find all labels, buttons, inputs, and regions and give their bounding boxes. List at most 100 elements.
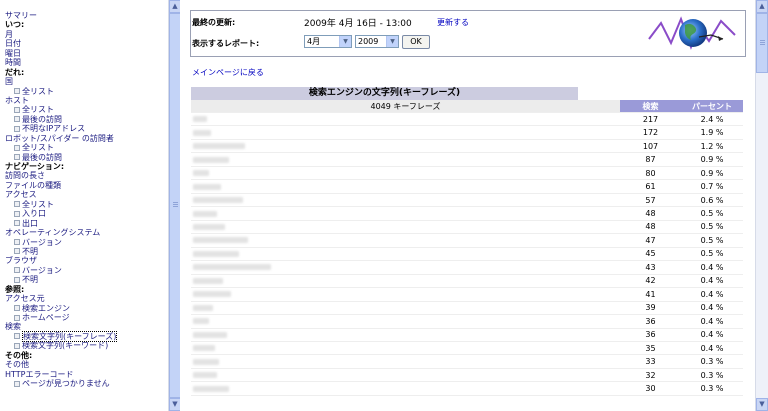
- sidebar-item-label: ページが見つかりません: [22, 379, 110, 389]
- sidebar-item-4[interactable]: 曜日: [5, 49, 165, 58]
- keyphrase-cell: [191, 139, 620, 154]
- sidebar-item-31[interactable]: 検索エンジン: [5, 304, 165, 313]
- back-to-main-link[interactable]: メインページに戻る: [192, 67, 264, 78]
- hits-cell: 42: [620, 274, 681, 289]
- percent-cell: 0.9 %: [681, 166, 743, 181]
- sidebar-item-11[interactable]: 最後の訪問: [5, 115, 165, 124]
- percent-cell: 0.5 %: [681, 247, 743, 262]
- table-row: 41 0.4 %: [191, 287, 743, 302]
- sidebar-item-21[interactable]: 入り口: [5, 209, 165, 218]
- sidebar-item-18[interactable]: ファイルの種類: [5, 181, 165, 190]
- sidebar-item-7[interactable]: 国: [5, 77, 165, 86]
- sidebar-item-34[interactable]: 検索文字列(キーフレーズ): [5, 330, 165, 342]
- year-select[interactable]: 2009 ▼: [355, 35, 399, 48]
- sidebar-item-38[interactable]: HTTPエラーコード: [5, 370, 165, 379]
- redacted-keyphrase: [193, 156, 229, 163]
- sidebar-item-10[interactable]: 全リスト: [5, 105, 165, 114]
- percent-cell: 0.3 %: [681, 381, 743, 396]
- sidebar-item-30[interactable]: アクセス元: [5, 294, 165, 303]
- redacted-keyphrase: [193, 183, 221, 190]
- sidebar-item-label: 時間: [5, 58, 21, 68]
- sidebar-item-14[interactable]: 全リスト: [5, 143, 165, 152]
- sidebar-item-15[interactable]: 最後の訪問: [5, 153, 165, 162]
- keyphrase-cell: [191, 152, 620, 167]
- scroll-down-arrow-icon[interactable]: ▼: [756, 398, 768, 411]
- sidebar-item-13[interactable]: ロボット/スパイダー の訪問者: [5, 134, 165, 143]
- sidebar-item-39[interactable]: ページが見つかりません: [5, 379, 165, 388]
- chevron-down-icon[interactable]: ▼: [339, 36, 351, 47]
- sidebar-item-label: 最後の訪問: [22, 114, 62, 124]
- sidebar-item-23[interactable]: オペレーティングシステム: [5, 228, 165, 237]
- keyphrase-cell: [191, 301, 620, 316]
- sidebar-item-label: その他: [5, 360, 29, 370]
- table-row: 172 1.9 %: [191, 125, 743, 140]
- sidebar-item-22[interactable]: 出口: [5, 219, 165, 228]
- hits-cell: 57: [620, 193, 681, 208]
- sidebar-item-35[interactable]: 検索文字列(キーワード): [5, 341, 165, 350]
- percent-column-header: パーセント: [681, 100, 743, 113]
- sidebar-item-19[interactable]: アクセス: [5, 190, 165, 199]
- percent-cell: 0.3 %: [681, 354, 743, 369]
- hits-cell: 36: [620, 328, 681, 342]
- sidebar-item-label: 全リスト: [22, 105, 54, 115]
- keyphrase-cell: [191, 287, 620, 302]
- navigation-frame: サマリー いつ: 月日付 曜日 時間 だれ: 国全リスト ホスト 全リスト 最後の訪問 不明なIPア…: [0, 0, 168, 411]
- main-frame-scrollbar[interactable]: ▲ ▼: [755, 0, 768, 411]
- scroll-up-arrow-icon[interactable]: ▲: [756, 0, 768, 13]
- table-row: 30 0.3 %: [191, 381, 743, 396]
- sidebar-item-2[interactable]: 月: [5, 30, 165, 39]
- redacted-keyphrase: [193, 116, 207, 123]
- scrollbar-thumb[interactable]: [756, 13, 768, 73]
- hits-cell: 217: [620, 112, 681, 127]
- hits-cell: 45: [620, 247, 681, 262]
- table-row: 80 0.9 %: [191, 166, 743, 181]
- document-icon: [14, 239, 20, 245]
- sidebar-item-32[interactable]: ホームページ: [5, 313, 165, 322]
- sidebar-item-label: ブラウザ: [5, 256, 37, 266]
- sidebar-item-28[interactable]: 不明: [5, 275, 165, 284]
- sidebar-item-20[interactable]: 全リスト: [5, 200, 165, 209]
- redacted-keyphrase: [193, 170, 209, 177]
- sidebar-item-29: 参照:: [5, 285, 165, 294]
- sidebar-item-5[interactable]: 時間: [5, 58, 165, 67]
- sidebar-item-label: 全リスト: [22, 86, 54, 96]
- month-select[interactable]: 4月 ▼: [304, 35, 352, 48]
- percent-cell: 0.4 %: [681, 328, 743, 342]
- sidebar-item-25[interactable]: 不明: [5, 247, 165, 256]
- redacted-keyphrase: [193, 223, 225, 230]
- ok-button[interactable]: OK: [402, 35, 430, 49]
- sidebar-item-0[interactable]: サマリー: [5, 11, 165, 20]
- hits-cell: 172: [620, 125, 681, 140]
- sidebar-item-label: バージョン: [22, 265, 62, 275]
- sidebar-item-label: 出口: [22, 218, 38, 228]
- sidebar-item-27[interactable]: バージョン: [5, 266, 165, 275]
- redacted-keyphrase: [193, 264, 271, 271]
- sidebar-item-label: ホームページ: [22, 313, 70, 322]
- table-row: 48 0.5 %: [191, 206, 743, 221]
- sidebar-item-8[interactable]: 全リスト: [5, 87, 165, 96]
- hits-cell: 107: [620, 139, 681, 154]
- percent-cell: 0.6 %: [681, 193, 743, 208]
- percent-cell: 0.5 %: [681, 220, 743, 235]
- sidebar-item-9[interactable]: ホスト: [5, 96, 165, 105]
- sidebar-item-24[interactable]: バージョン: [5, 238, 165, 247]
- sidebar-item-label: いつ:: [5, 20, 25, 30]
- document-icon: [14, 248, 20, 255]
- table-row: 48 0.5 %: [191, 220, 743, 235]
- update-now-link[interactable]: 更新する: [437, 17, 469, 28]
- sidebar-item-17[interactable]: 訪問の長さ: [5, 171, 165, 180]
- redacted-keyphrase: [193, 237, 248, 244]
- keyphrase-cell: [191, 179, 620, 194]
- sidebar-item-label: 曜日: [5, 48, 21, 58]
- last-update-label: 最終の更新:: [192, 18, 236, 27]
- keyphrase-cell: [191, 233, 620, 248]
- sidebar-item-12[interactable]: 不明なIPアドレス: [5, 124, 165, 133]
- sidebar-item-label: 不明: [22, 275, 38, 285]
- percent-cell: 0.3 %: [681, 368, 743, 383]
- redacted-keyphrase: [193, 318, 209, 325]
- chevron-down-icon[interactable]: ▼: [386, 36, 398, 47]
- sidebar-item-37[interactable]: その他: [5, 360, 165, 369]
- sidebar-item-26[interactable]: ブラウザ: [5, 256, 165, 265]
- sidebar-item-3[interactable]: 日付: [5, 39, 165, 48]
- table-row: 57 0.6 %: [191, 193, 743, 208]
